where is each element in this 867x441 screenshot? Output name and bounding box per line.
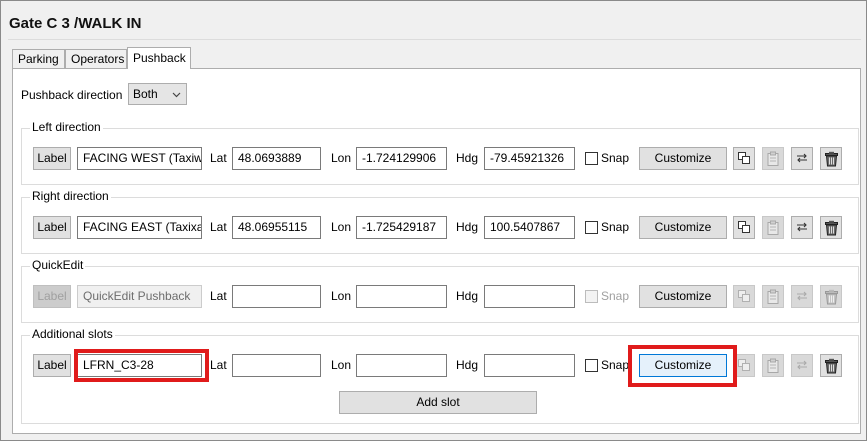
checkbox-box [585, 221, 598, 234]
group-title: QuickEdit [30, 258, 86, 272]
swap-icon [797, 291, 807, 301]
slot-name-field[interactable]: QuickEdit Pushback [77, 285, 202, 308]
lat-label: Lat [210, 289, 227, 303]
swap-button[interactable] [791, 285, 813, 308]
duplicate-button[interactable] [733, 216, 755, 239]
duplicate-icon [738, 290, 750, 302]
hdg-field[interactable]: -79.45921326 [484, 147, 575, 170]
duplicate-button[interactable] [733, 354, 755, 377]
tab-pushback[interactable]: Pushback [127, 47, 191, 69]
snap-label: Snap [601, 151, 630, 165]
duplicate-icon [738, 359, 750, 371]
hdg-label: Hdg [456, 358, 479, 372]
swap-button[interactable] [791, 216, 813, 239]
lat-label: Lat [210, 220, 227, 234]
snap-label: Snap [601, 289, 630, 303]
checkbox-box [585, 152, 598, 165]
delete-button[interactable] [820, 285, 842, 308]
page-title: Gate C 3 /WALK IN [9, 15, 142, 32]
right-direction-group: Right direction Label FACING EAST (Taxix… [21, 189, 859, 254]
label-button[interactable]: Label [33, 216, 71, 239]
duplicate-button[interactable] [733, 285, 755, 308]
paste-button[interactable] [762, 216, 784, 239]
paste-icon [767, 151, 779, 166]
additional-slots-group: Additional slots Label LFRN_C3-28 Lat Lo… [21, 327, 859, 424]
paste-button[interactable] [762, 147, 784, 170]
lat-field[interactable] [232, 354, 321, 377]
swap-icon [797, 222, 807, 232]
lon-label: Lon [331, 289, 352, 303]
hdg-label: Hdg [456, 151, 479, 165]
duplicate-icon [738, 152, 750, 164]
paste-icon [767, 289, 779, 304]
delete-button[interactable] [820, 216, 842, 239]
swap-button[interactable] [791, 147, 813, 170]
trash-icon [825, 289, 838, 305]
lon-field[interactable]: -1.725429187 [356, 216, 447, 239]
lon-field[interactable] [356, 285, 447, 308]
pushback-direction-value: Both [133, 87, 158, 101]
customize-button[interactable]: Customize [639, 147, 727, 170]
label-button[interactable]: Label [33, 354, 71, 377]
lat-label: Lat [210, 151, 227, 165]
pushback-direction-select[interactable]: Both [128, 83, 187, 105]
label-button[interactable]: Label [33, 285, 71, 308]
lat-field[interactable]: 48.06955115 [232, 216, 321, 239]
snap-label: Snap [601, 220, 630, 234]
lon-label: Lon [331, 220, 352, 234]
trash-icon [825, 151, 838, 167]
swap-icon [797, 360, 807, 370]
hdg-label: Hdg [456, 220, 479, 234]
slot-name-field[interactable]: LFRN_C3-28 [77, 354, 202, 377]
group-title: Left direction [30, 120, 103, 134]
quickedit-group: QuickEdit Label QuickEdit Pushback Lat L… [21, 258, 859, 323]
trash-icon [825, 220, 838, 236]
trash-icon [825, 358, 838, 374]
chevron-down-icon [172, 92, 181, 98]
checkbox-box [585, 359, 598, 372]
title-divider [8, 39, 861, 40]
duplicate-icon [738, 221, 750, 233]
checkbox-box [585, 290, 598, 303]
snap-label: Snap [601, 358, 630, 372]
customize-button[interactable]: Customize [639, 216, 727, 239]
slot-name-field[interactable]: FACING EAST (Taxixay [77, 216, 202, 239]
group-title: Right direction [30, 189, 111, 203]
delete-button[interactable] [820, 354, 842, 377]
snap-checkbox[interactable]: Snap [585, 354, 630, 377]
lat-field[interactable]: 48.0693889 [232, 147, 321, 170]
customize-button[interactable]: Customize [639, 354, 727, 377]
hdg-field[interactable] [484, 285, 575, 308]
lon-label: Lon [331, 358, 352, 372]
swap-button[interactable] [791, 354, 813, 377]
slot-name-field[interactable]: FACING WEST (Taxiwa [77, 147, 202, 170]
snap-checkbox[interactable]: Snap [585, 147, 630, 170]
duplicate-button[interactable] [733, 147, 755, 170]
add-slot-button[interactable]: Add slot [339, 391, 537, 414]
swap-icon [797, 153, 807, 163]
lon-label: Lon [331, 151, 352, 165]
lat-field[interactable] [232, 285, 321, 308]
delete-button[interactable] [820, 147, 842, 170]
hdg-field[interactable]: 100.5407867 [484, 216, 575, 239]
pushback-tab-page: Pushback direction Both Left direction L… [12, 68, 861, 434]
lon-field[interactable] [356, 354, 447, 377]
pushback-direction-label: Pushback direction [21, 88, 123, 102]
label-button[interactable]: Label [33, 147, 71, 170]
lon-field[interactable]: -1.724129906 [356, 147, 447, 170]
snap-checkbox[interactable]: Snap [585, 285, 630, 308]
paste-icon [767, 220, 779, 235]
lat-label: Lat [210, 358, 227, 372]
hdg-label: Hdg [456, 289, 479, 303]
paste-icon [767, 358, 779, 373]
paste-button[interactable] [762, 285, 784, 308]
paste-button[interactable] [762, 354, 784, 377]
hdg-field[interactable] [484, 354, 575, 377]
left-direction-group: Left direction Label FACING WEST (Taxiwa… [21, 120, 859, 185]
snap-checkbox[interactable]: Snap [585, 216, 630, 239]
tab-parking[interactable]: Parking [12, 49, 65, 68]
tab-operators[interactable]: Operators [65, 49, 127, 68]
group-title: Additional slots [30, 327, 115, 341]
customize-button[interactable]: Customize [639, 285, 727, 308]
